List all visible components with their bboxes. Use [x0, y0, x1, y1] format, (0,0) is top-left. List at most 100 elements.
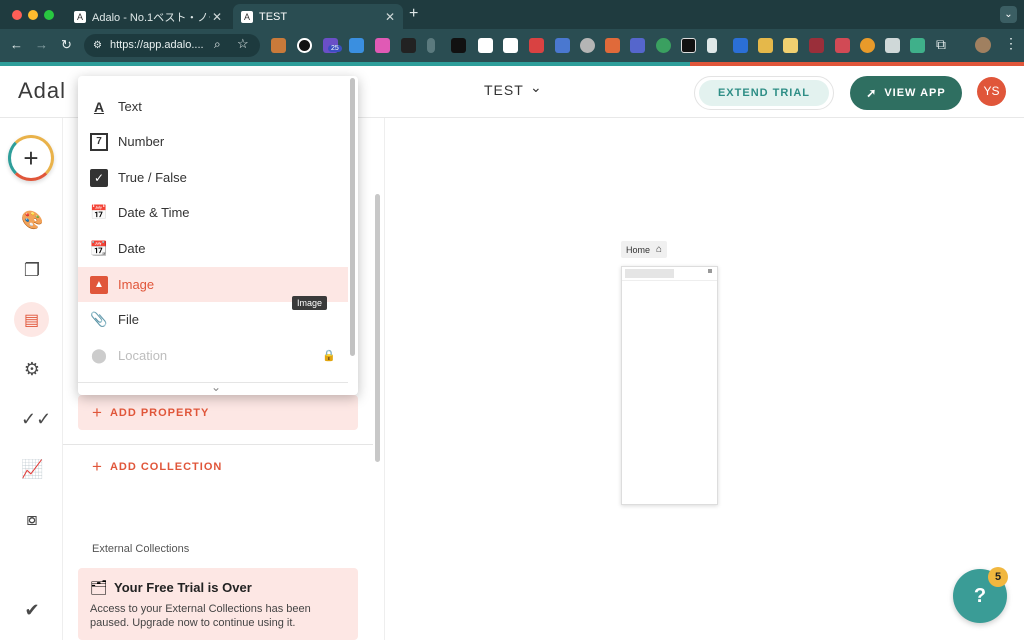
browser-tab-strip: A Adalo - No.1ベスト・ノーコード ✕ A TEST ✕ + ⌄	[0, 0, 1024, 29]
divider	[63, 444, 373, 445]
image-icon: ▲	[90, 275, 108, 294]
close-tab-icon[interactable]: ✕	[212, 10, 222, 24]
panel-scrollbar[interactable]	[375, 194, 380, 462]
extension-icon[interactable]	[885, 38, 900, 53]
extension-icon[interactable]	[478, 38, 493, 53]
dropdown-scrollbar[interactable]	[350, 78, 355, 356]
minimize-window-icon[interactable]	[28, 10, 38, 20]
screen-label[interactable]: Home ⌂	[621, 241, 668, 258]
extension-icon[interactable]	[427, 38, 435, 53]
extension-icon[interactable]	[271, 38, 286, 53]
extend-trial-button[interactable]: EXTEND TRIAL	[694, 76, 834, 110]
trial-over-title: Your Free Trial is Over	[114, 580, 252, 595]
extension-icon[interactable]	[910, 38, 925, 53]
add-collection-button[interactable]: + ADD COLLECTION	[92, 457, 222, 477]
chevron-down-icon[interactable]: ⌄	[530, 79, 542, 96]
extension-badge: 25	[328, 45, 342, 52]
reload-icon[interactable]: ↻	[61, 37, 72, 53]
tab-title: Adalo - No.1ベスト・ノーコード	[92, 11, 210, 24]
zoom-icon[interactable]: ⌕	[214, 37, 221, 52]
external-collections-heading: External Collections	[92, 543, 190, 555]
close-window-icon[interactable]	[12, 10, 22, 20]
address-bar[interactable]: ⚙ https://app.adalo....	[84, 34, 260, 57]
calendar-clock-icon: 📅	[90, 204, 108, 220]
extension-icon[interactable]	[529, 38, 544, 53]
menu-icon	[708, 269, 712, 273]
extension-icon[interactable]	[860, 38, 875, 53]
extension-icon[interactable]	[707, 38, 717, 53]
home-icon: ⌂	[656, 244, 663, 255]
close-tab-icon[interactable]: ✕	[385, 10, 395, 24]
bookmark-star-icon[interactable]: ☆	[237, 36, 249, 52]
view-app-label: VIEW APP	[884, 87, 946, 99]
property-type-true-false[interactable]: ✓ True / False	[78, 160, 348, 195]
property-type-date[interactable]: 📆 Date	[78, 231, 348, 266]
extension-icon[interactable]	[555, 38, 570, 53]
phone-screen[interactable]	[621, 266, 718, 505]
extension-icon[interactable]	[605, 38, 620, 53]
database-button[interactable]: ▤	[14, 302, 49, 337]
property-type-label: Number	[118, 134, 165, 149]
property-type-label: Date	[118, 241, 146, 256]
browser-tab-active[interactable]: A TEST ✕	[233, 4, 403, 29]
property-type-date-time[interactable]: 📅 Date & Time	[78, 195, 348, 230]
property-type-label: True / False	[118, 170, 187, 185]
extend-trial-label: EXTEND TRIAL	[699, 80, 829, 106]
app-name[interactable]: TEST	[484, 82, 524, 98]
maximize-window-icon[interactable]	[44, 10, 54, 20]
lock-icon: 🔒	[322, 350, 336, 362]
extension-icon[interactable]	[758, 38, 773, 53]
avatar[interactable]: YS	[977, 77, 1006, 106]
plus-icon: +	[23, 142, 39, 173]
extensions-puzzle-icon[interactable]: ⧉	[936, 36, 946, 53]
extension-icon[interactable]	[401, 38, 416, 53]
add-property-button[interactable]: + ADD PROPERTY	[78, 395, 358, 430]
back-icon[interactable]: ←	[10, 37, 23, 52]
new-tab-button[interactable]: +	[409, 5, 418, 23]
publish-checkmarks-icon[interactable]: ✓✓	[21, 408, 51, 430]
property-type-dropdown: A Text 7 Number ✓ True / False 📅 Date & …	[78, 76, 358, 395]
browser-toolbar: ← → ↻ ⚙ https://app.adalo.... ⌕ ☆ 25 ⧉ ⋮	[0, 29, 1024, 62]
versions-icon[interactable]: ⧇	[21, 508, 43, 530]
extension-icon[interactable]	[630, 38, 645, 53]
extension-icon[interactable]	[783, 38, 798, 53]
verified-badge-icon[interactable]: ✔	[21, 599, 43, 621]
extension-icon[interactable]	[681, 38, 696, 53]
extension-icon[interactable]	[656, 38, 671, 53]
property-type-label: Date & Time	[118, 205, 190, 220]
extension-icon[interactable]	[375, 38, 390, 53]
browser-tab[interactable]: A Adalo - No.1ベスト・ノーコード ✕	[66, 4, 230, 29]
property-type-label: Image	[118, 277, 155, 292]
plus-icon: +	[92, 457, 102, 476]
extension-icon[interactable]	[297, 38, 312, 53]
extension-icon[interactable]	[835, 38, 850, 53]
left-rail: + 🎨 ❐ ▤ ⚙ ✓✓ 📈 ⧇ ✔	[0, 118, 63, 640]
property-type-number[interactable]: 7 Number	[78, 124, 348, 159]
view-app-button[interactable]: ➚ VIEW APP	[850, 76, 962, 110]
screen-title-placeholder	[625, 269, 674, 278]
add-collection-label: ADD COLLECTION	[109, 461, 223, 473]
adalo-logo[interactable]: Adal	[18, 78, 66, 104]
tab-search-icon[interactable]: ⌄	[1000, 6, 1017, 23]
extension-icon[interactable]	[349, 38, 364, 53]
extension-icon[interactable]	[809, 38, 824, 53]
screens-icon[interactable]: ❐	[21, 259, 43, 281]
palette-icon[interactable]: 🎨	[21, 209, 43, 231]
add-component-button[interactable]: +	[8, 135, 54, 181]
extension-icon[interactable]	[733, 38, 748, 53]
checkbox-icon: ✓	[90, 168, 108, 187]
folder-icon: 🗂	[90, 579, 108, 595]
property-type-label: File	[118, 312, 139, 327]
site-settings-icon[interactable]: ⚙	[93, 34, 102, 57]
extension-icon[interactable]	[580, 38, 595, 53]
browser-menu-icon[interactable]: ⋮	[1004, 35, 1018, 52]
extension-icon[interactable]	[503, 38, 518, 53]
property-type-text[interactable]: A Text	[78, 89, 348, 124]
extension-icon[interactable]	[451, 38, 466, 53]
settings-gear-icon[interactable]: ⚙	[21, 358, 43, 380]
forward-icon[interactable]: →	[35, 37, 48, 52]
analytics-icon[interactable]: 📈	[21, 458, 43, 480]
chevron-down-icon[interactable]: ⌄	[211, 380, 221, 394]
profile-avatar-icon[interactable]	[975, 37, 991, 53]
adalo-favicon-icon: A	[241, 10, 253, 23]
